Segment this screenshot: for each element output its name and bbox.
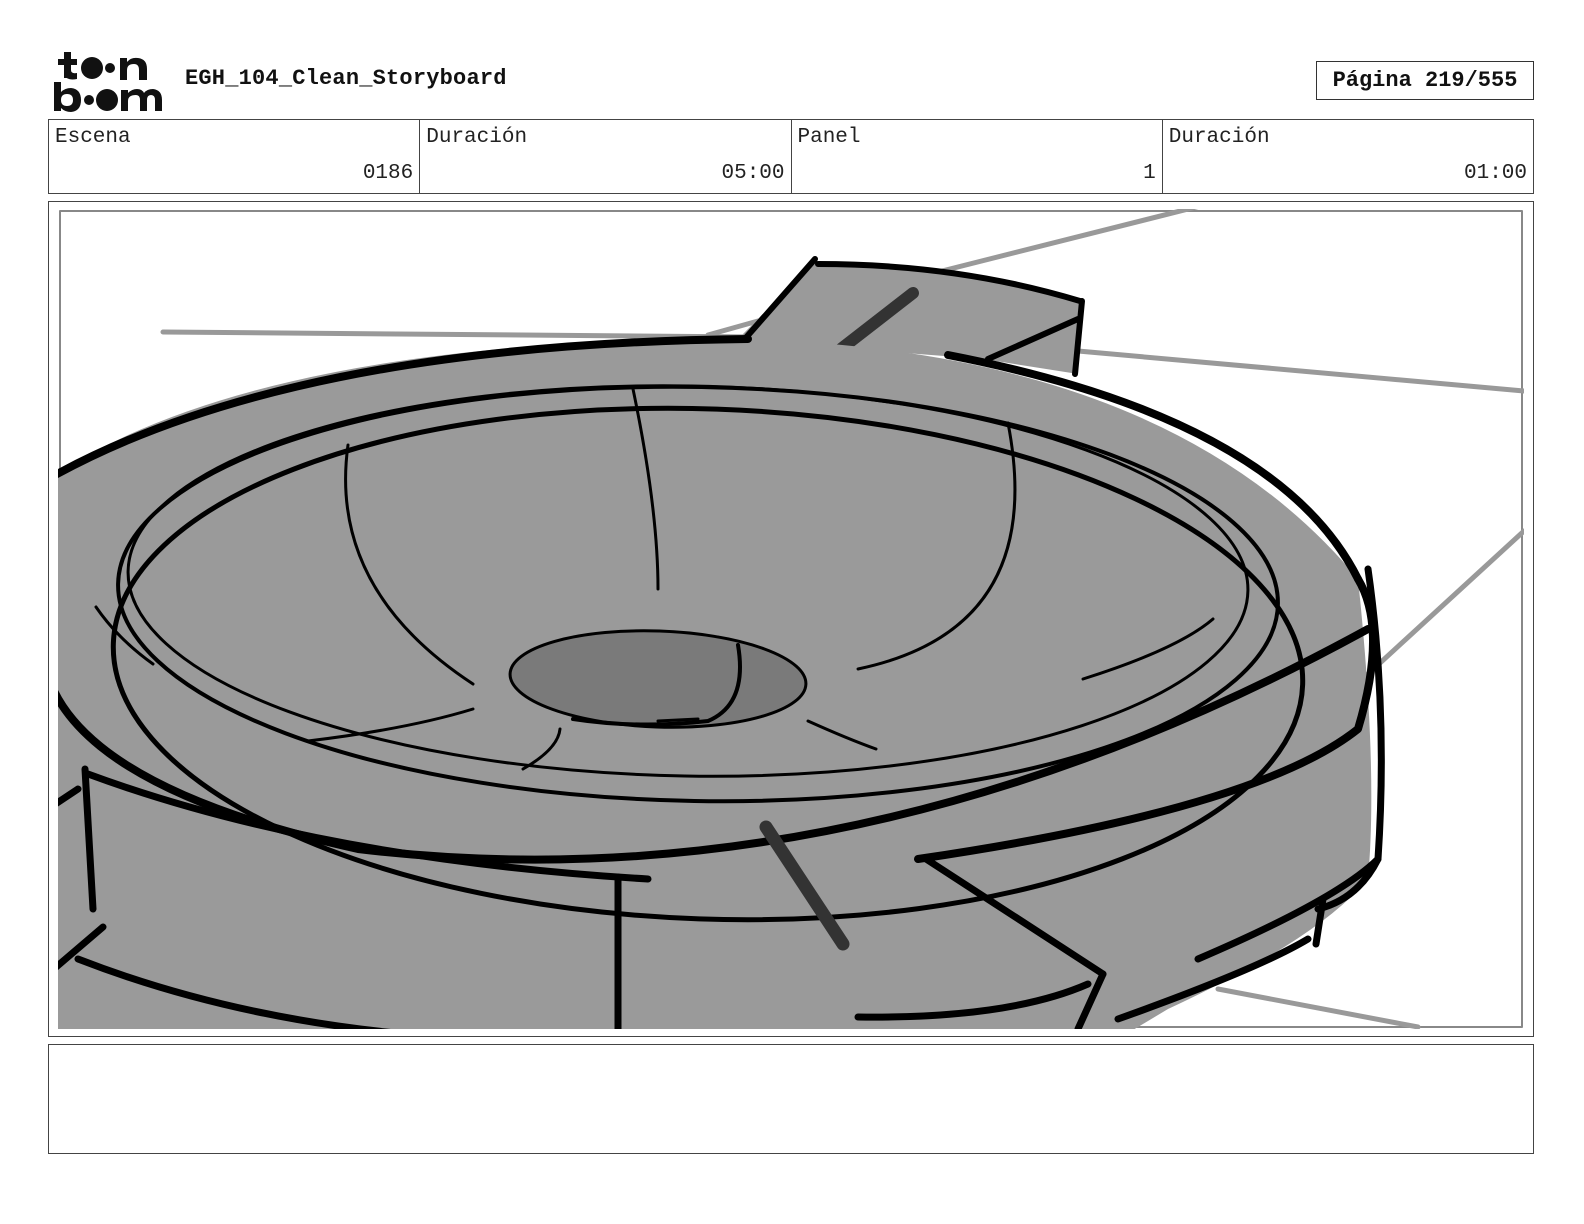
scene-info-row: Escena 0186 Duración 05:00 Panel 1 Durac… (48, 119, 1534, 194)
toon-boom-logo (50, 48, 166, 114)
scene-cell: Escena 0186 (49, 120, 421, 193)
scene-value: 0186 (362, 162, 414, 185)
panel-value: 1 (1143, 162, 1156, 185)
panel-cell: Panel 1 (792, 120, 1163, 193)
page-counter: Página 219/555 (1316, 61, 1534, 100)
scene-duration-cell: Duración 05:00 (420, 120, 792, 193)
panel-duration-value: 01:00 (1463, 162, 1527, 185)
panel-notes-box (48, 1044, 1534, 1154)
scene-duration-value: 05:00 (721, 162, 785, 185)
panel-duration-label: Duración (1168, 126, 1270, 149)
page-counter-label: Página 219/555 (1332, 68, 1518, 93)
scene-duration-label: Duración (426, 126, 528, 149)
document-title: EGH_104_Clean_Storyboard (185, 66, 507, 91)
storyboard-panel-image (58, 209, 1524, 1029)
sketch-bowl-icon (58, 209, 1524, 1029)
panel-label: Panel (797, 126, 861, 149)
panel-duration-cell: Duración 01:00 (1163, 120, 1533, 193)
scene-label: Escena (55, 126, 131, 149)
